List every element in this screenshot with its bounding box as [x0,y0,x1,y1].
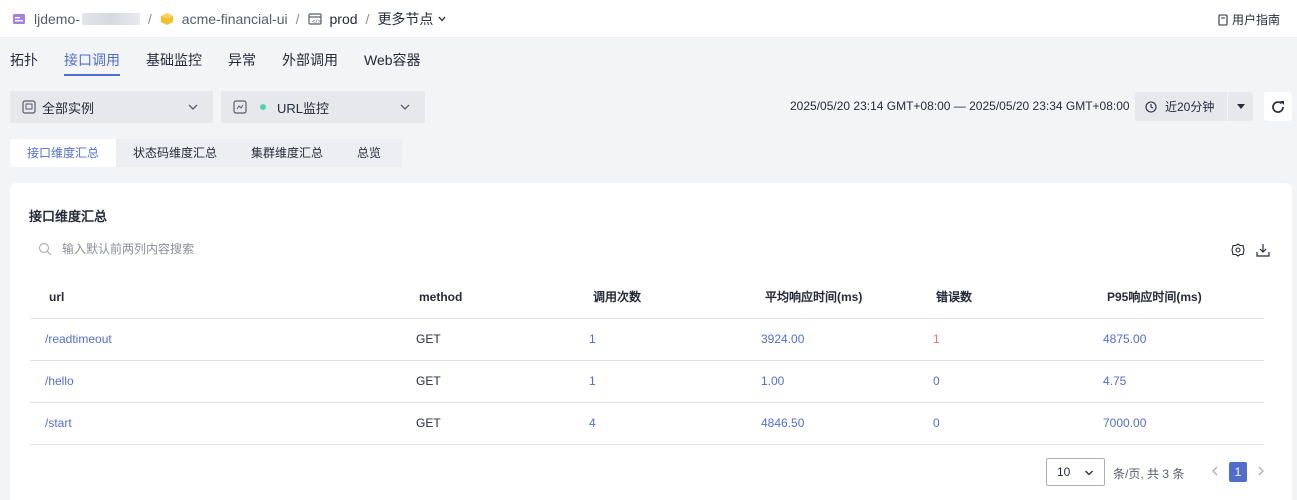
monitor-icon [233,100,247,114]
column-header-method[interactable]: method [400,276,573,319]
time-range-text[interactable]: 2025/05/20 23:14 GMT+08:00 — 2025/05/20 … [790,99,1130,113]
cell-call-count[interactable]: 4 [573,402,745,445]
pagination-summary: 条/页, 共 3 条 [1113,467,1185,481]
cell-call-count[interactable]: 1 [573,360,745,403]
document-icon [1218,13,1228,26]
instance-select[interactable]: 全部实例 [10,91,213,123]
table-row: /readtimeout GET 1 3924.00 1 4875.00 [30,318,1264,361]
instance-icon [22,100,36,114]
refresh-icon [1272,100,1284,113]
cell-call-count[interactable]: 1 [573,318,745,361]
cell-p95-response[interactable]: 7000.00 [1089,402,1264,445]
subtab-cluster-summary[interactable]: 集群维度汇总 [234,139,340,167]
table-row: /start GET 4 4846.50 0 7000.00 [30,402,1264,445]
chevron-down-icon [188,104,198,110]
main-tabs: 拓扑 接口调用 基础监控 异常 外部调用 Web容器 [10,50,447,76]
search-icon [38,242,52,256]
breadcrumb: ljdemo- / acme-financial-ui / </> prod /… [0,0,1297,38]
subtab-status-code-summary[interactable]: 状态码维度汇总 [116,139,234,167]
chevron-left-icon[interactable] [1210,465,1220,477]
cell-p95-response[interactable]: 4.75 [1089,360,1264,403]
column-header-call-count[interactable]: 调用次数 [573,276,745,319]
cell-url[interactable]: /hello [30,360,400,403]
breadcrumb-account[interactable]: ljdemo- [12,11,140,27]
quick-time-range-select[interactable]: 近20分钟 [1135,92,1253,121]
quick-time-range-label: 近20分钟 [1165,100,1215,114]
search-input[interactable] [62,242,362,256]
breadcrumb-app-label: acme-financial-ui [181,10,288,27]
cell-method: GET [400,402,573,445]
tab-exceptions[interactable]: 异常 [228,50,256,76]
monitor-select[interactable]: URL监控 [221,91,425,123]
breadcrumb-separator: / [365,10,370,27]
app-cube-icon [160,12,173,25]
chevron-down-icon [438,16,446,21]
masked-text [81,12,140,25]
cell-url[interactable]: /start [30,402,400,445]
refresh-button[interactable] [1264,92,1292,121]
table-header-row: url method 调用次数 平均响应时间(ms) 错误数 P95响应时间(m… [30,276,1264,319]
cell-error-count[interactable]: 0 [917,402,1089,445]
user-guide-label: 用户指南 [1231,13,1280,27]
cell-error-count[interactable]: 1 [917,318,1089,361]
cell-method: GET [400,318,573,361]
card-title: 接口维度汇总 [29,209,108,224]
breadcrumb-account-label: ljdemo- [34,10,80,27]
tab-web-container[interactable]: Web容器 [364,50,421,76]
cell-avg-response[interactable]: 4846.50 [745,402,917,445]
more-nodes-label: 更多节点 [377,10,434,27]
user-guide-link[interactable]: 用户指南 [1218,11,1280,28]
column-header-p95-response[interactable]: P95响应时间(ms) [1089,276,1264,319]
column-header-url[interactable]: url [30,276,400,319]
breadcrumb-separator: / [295,10,300,27]
column-header-avg-response[interactable]: 平均响应时间(ms) [745,276,917,319]
tab-external-calls[interactable]: 外部调用 [282,50,338,76]
api-summary-card: 接口维度汇总 url method 调用次数 平均响应时间(ms) 错误数 P9… [10,183,1292,500]
environment-icon: </> [307,12,322,25]
clock-icon [1145,100,1157,113]
cell-avg-response[interactable]: 3924.00 [745,318,917,361]
tab-api-calls[interactable]: 接口调用 [64,50,120,76]
breadcrumb-env[interactable]: </> prod [307,10,358,27]
table-row: /hello GET 1 1.00 0 4.75 [30,360,1264,403]
tab-topology[interactable]: 拓扑 [10,50,38,76]
account-icon [13,13,25,24]
subtab-overview[interactable]: 总览 [340,139,402,167]
instance-select-value: 全部实例 [42,100,95,116]
summary-subtabs: 接口维度汇总 状态码维度汇总 集群维度汇总 总览 [10,139,403,167]
gear-icon[interactable] [1231,243,1245,257]
monitor-select-value: URL监控 [277,100,330,116]
search-box [38,242,362,256]
page-size-select[interactable]: 10 [1046,458,1105,486]
status-dot [260,104,266,110]
api-summary-table: url method 调用次数 平均响应时间(ms) 错误数 P95响应时间(m… [30,276,1264,445]
cell-method: GET [400,360,573,403]
tab-basic-monitoring[interactable]: 基础监控 [146,50,202,76]
breadcrumb-separator: / [147,10,152,27]
more-nodes-dropdown[interactable]: 更多节点 [377,9,447,29]
chevron-down-icon [1085,470,1093,476]
caret-down-icon [1236,103,1245,109]
breadcrumb-app[interactable]: acme-financial-ui [160,11,288,27]
page-size-value: 10 [1057,465,1071,479]
breadcrumb-env-label: prod [329,10,358,27]
download-icon[interactable] [1256,243,1270,257]
svg-text:</>: </> [312,19,321,25]
chevron-down-icon [400,104,410,110]
cell-error-count[interactable]: 0 [917,360,1089,403]
chevron-right-icon[interactable] [1256,465,1266,477]
cell-avg-response[interactable]: 1.00 [745,360,917,403]
quick-range-dropdown-toggle[interactable] [1227,92,1253,121]
subtab-api-summary[interactable]: 接口维度汇总 [10,139,117,167]
column-header-error-count[interactable]: 错误数 [917,276,1089,319]
cell-url[interactable]: /readtimeout [30,318,400,361]
cell-p95-response[interactable]: 4875.00 [1089,318,1264,361]
page-number-button[interactable]: 1 [1229,462,1247,482]
